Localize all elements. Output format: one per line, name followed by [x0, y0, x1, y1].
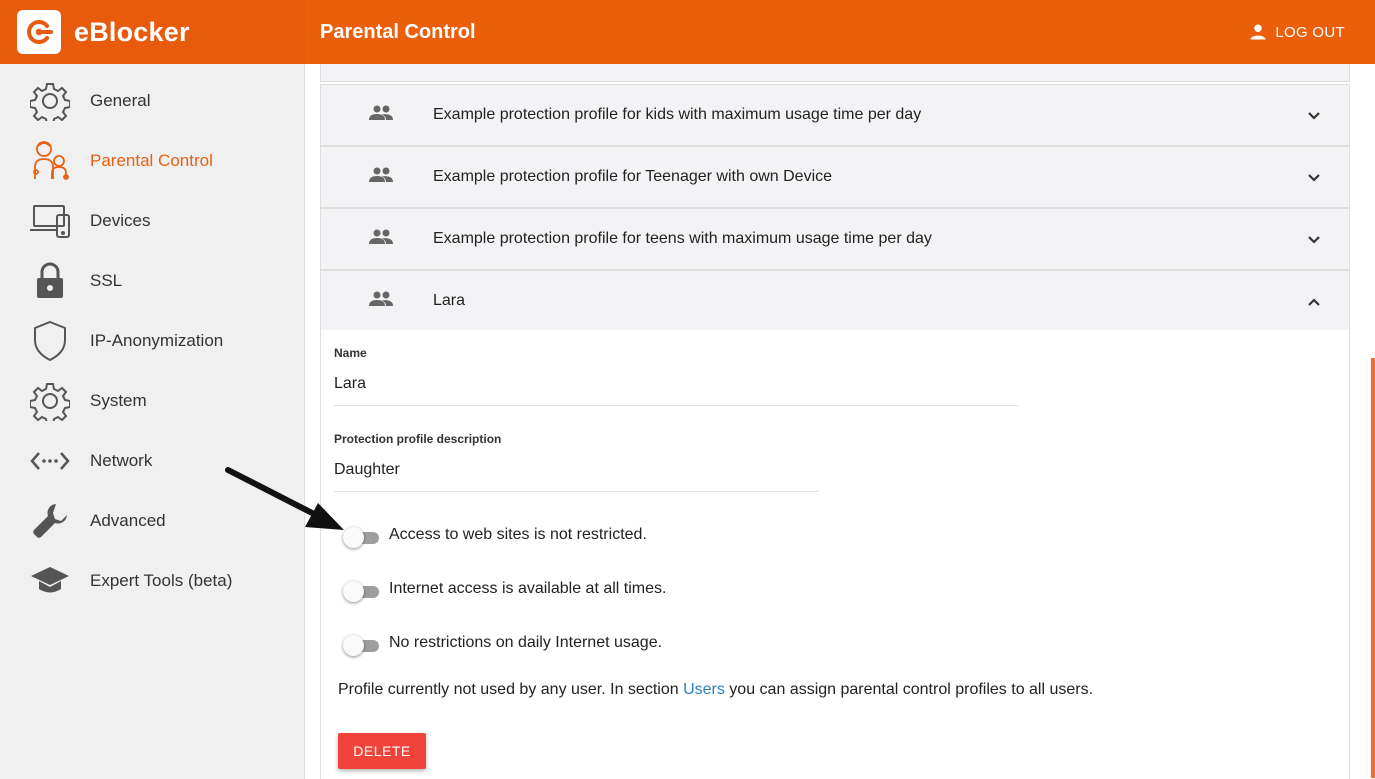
daily-usage-toggle[interactable] [343, 635, 379, 656]
family-icon [28, 139, 72, 183]
toggle-knob [343, 635, 364, 656]
profile-row-partial[interactable] [320, 64, 1350, 82]
logout-label: LOG OUT [1275, 23, 1345, 41]
network-icon [28, 439, 72, 483]
delete-button[interactable]: DELETE [338, 733, 426, 769]
sidebar-item-label: IP-Anonymization [90, 331, 224, 350]
chevron-up-icon[interactable] [1307, 294, 1321, 312]
sidebar-item-label: SSL [90, 271, 123, 290]
profile-name: Example protection profile for teens wit… [433, 230, 932, 247]
sidebar-item-system[interactable]: System [0, 371, 304, 431]
sidebar: General Parental Control Devices SSL IP-… [0, 64, 305, 779]
sidebar-item-label: Expert Tools (beta) [90, 571, 233, 590]
profile-row-expanded[interactable]: Lara [320, 270, 1350, 332]
info-suffix: you can assign parental control profiles… [724, 681, 1094, 698]
daily-usage-toggle-label: No restrictions on daily Internet usage. [389, 634, 663, 651]
eblocker-logo-icon[interactable] [17, 10, 61, 54]
users-link[interactable]: Users [683, 681, 725, 698]
profile-name: Example protection profile for Teenager … [433, 168, 833, 185]
internet-time-toggle-label: Internet access is available at all time… [389, 580, 667, 597]
sidebar-item-ip-anonymization[interactable]: IP-Anonymization [0, 311, 304, 371]
sidebar-item-ssl[interactable]: SSL [0, 251, 304, 311]
sidebar-item-devices[interactable]: Devices [0, 191, 304, 251]
profile-row[interactable]: Example protection profile for teens wit… [320, 208, 1350, 270]
main-content: Example protection profile for kids with… [305, 64, 1375, 779]
chevron-down-icon[interactable] [1307, 232, 1321, 250]
name-field-label: Name [334, 346, 367, 360]
profile-usage-info: Profile currently not used by any user. … [338, 681, 1093, 699]
header-bar: Parental Control LOG OUT [305, 0, 1375, 64]
profile-name: Lara [433, 292, 466, 309]
chevron-down-icon[interactable] [1307, 108, 1321, 126]
internet-time-toggle[interactable] [343, 581, 379, 602]
sidebar-item-parental-control[interactable]: Parental Control [0, 131, 304, 191]
sidebar-item-label: General [90, 91, 151, 110]
graduation-cap-icon [28, 559, 72, 603]
sidebar-item-label: Network [90, 451, 153, 470]
chevron-down-icon[interactable] [1307, 170, 1321, 188]
gear-icon [28, 379, 72, 423]
description-field-label: Protection profile description [334, 432, 502, 446]
group-icon [369, 229, 393, 250]
description-field[interactable]: Daughter [334, 461, 819, 492]
profile-detail-panel: Name Lara Protection profile description… [320, 330, 1350, 779]
sidebar-item-general[interactable]: General [0, 71, 304, 131]
app-name: eBlocker [74, 16, 190, 47]
profile-row[interactable]: Example protection profile for kids with… [320, 84, 1350, 146]
brand-bar: eBlocker [0, 0, 305, 64]
wrench-icon [28, 499, 72, 543]
group-icon [369, 105, 393, 126]
lock-icon [28, 259, 72, 303]
web-access-toggle[interactable] [343, 527, 379, 548]
toggle-knob [343, 581, 364, 602]
toggle-knob [343, 527, 364, 548]
name-field[interactable]: Lara [334, 375, 1019, 406]
gear-icon [28, 79, 72, 123]
profile-name: Example protection profile for kids with… [433, 106, 922, 123]
sidebar-item-label: Advanced [90, 511, 166, 530]
sidebar-item-label: Parental Control [90, 151, 213, 170]
devices-icon [28, 199, 72, 243]
page-title: Parental Control [320, 20, 476, 43]
logout-button[interactable]: LOG OUT [1249, 0, 1345, 64]
web-access-toggle-label: Access to web sites is not restricted. [389, 526, 647, 543]
group-icon [369, 291, 393, 312]
sidebar-item-expert-tools[interactable]: Expert Tools (beta) [0, 551, 304, 611]
person-icon [1250, 24, 1266, 40]
shield-icon [28, 319, 72, 363]
sidebar-item-network[interactable]: Network [0, 431, 304, 491]
scrollbar[interactable] [1371, 358, 1375, 778]
group-icon [369, 167, 393, 188]
sidebar-item-label: Devices [90, 211, 151, 230]
info-prefix: Profile currently not used by any user. … [338, 681, 684, 698]
sidebar-item-label: System [90, 391, 147, 410]
sidebar-item-advanced[interactable]: Advanced [0, 491, 304, 551]
profile-row[interactable]: Example protection profile for Teenager … [320, 146, 1350, 208]
